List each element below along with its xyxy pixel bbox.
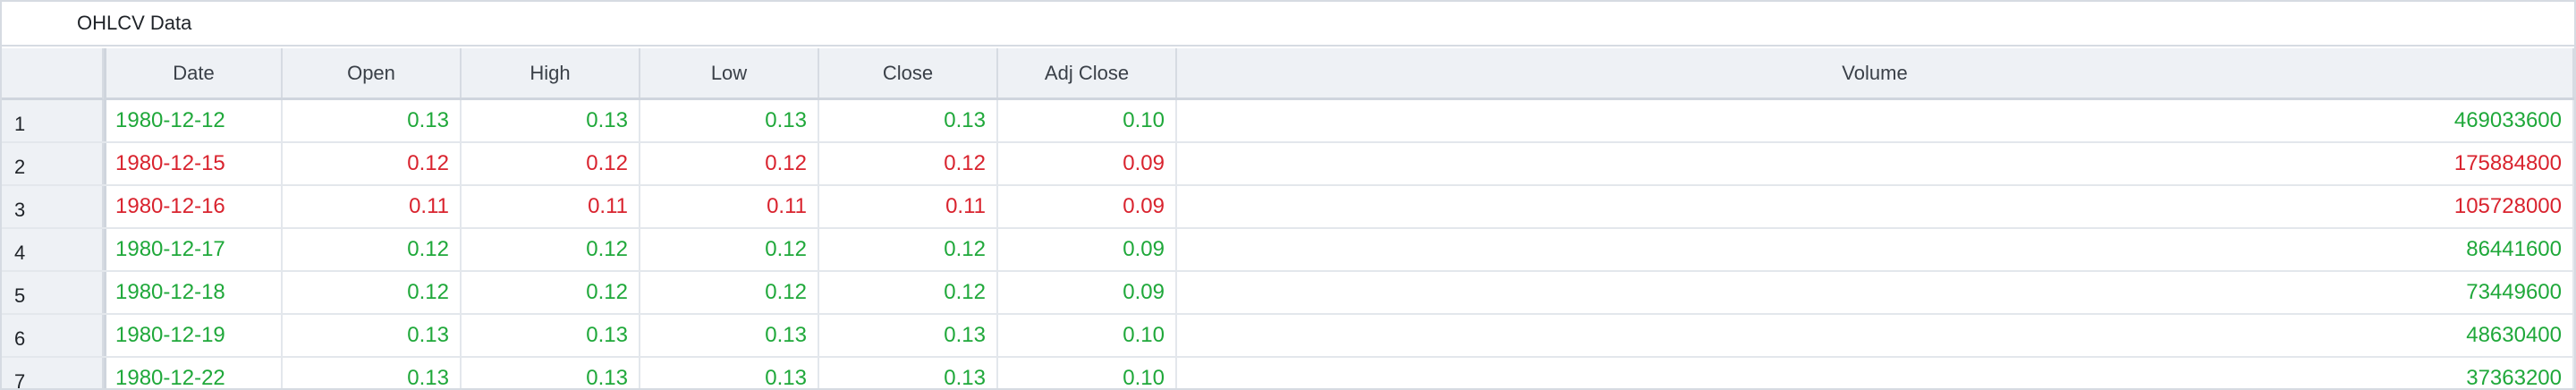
- cell-close[interactable]: 0.11: [819, 186, 998, 227]
- table-row[interactable]: 3 1980-12-16 0.11 0.11 0.11 0.11 0.09 10…: [2, 186, 2574, 229]
- cell-adj-close[interactable]: 0.10: [998, 358, 1177, 388]
- cell-date[interactable]: 1980-12-18: [104, 272, 283, 313]
- table-row[interactable]: 5 1980-12-18 0.12 0.12 0.12 0.12 0.09 73…: [2, 272, 2574, 315]
- table-row[interactable]: 7 1980-12-22 0.13 0.13 0.13 0.13 0.10 37…: [2, 358, 2574, 388]
- column-header-date[interactable]: Date: [104, 48, 283, 98]
- window-titlebar: OHLCV Data: [2, 2, 2574, 47]
- cell-low[interactable]: 0.12: [640, 229, 819, 270]
- cell-open[interactable]: 0.13: [283, 358, 462, 388]
- cell-high[interactable]: 0.12: [462, 229, 640, 270]
- cell-date[interactable]: 1980-12-16: [104, 186, 283, 227]
- table-row[interactable]: 1 1980-12-12 0.13 0.13 0.13 0.13 0.10 46…: [2, 100, 2574, 143]
- row-number[interactable]: 3: [2, 186, 104, 227]
- cell-volume[interactable]: 37363200: [1177, 358, 2574, 388]
- cell-low[interactable]: 0.12: [640, 272, 819, 313]
- cell-open[interactable]: 0.11: [283, 186, 462, 227]
- cell-low[interactable]: 0.13: [640, 315, 819, 356]
- cell-low[interactable]: 0.13: [640, 100, 819, 141]
- cell-volume[interactable]: 469033600: [1177, 100, 2574, 141]
- column-header-volume[interactable]: Volume: [1177, 48, 2574, 98]
- row-number[interactable]: 5: [2, 272, 104, 313]
- table-row[interactable]: 6 1980-12-19 0.13 0.13 0.13 0.13 0.10 48…: [2, 315, 2574, 358]
- column-header-high[interactable]: High: [462, 48, 640, 98]
- ohlcv-window: OHLCV Data Date Open High Low Close Adj …: [0, 0, 2576, 390]
- grid-corner[interactable]: [2, 48, 104, 100]
- cell-adj-close[interactable]: 0.09: [998, 143, 1177, 184]
- cell-date[interactable]: 1980-12-15: [104, 143, 283, 184]
- data-grid: Date Open High Low Close Adj Close Volum…: [2, 48, 2574, 388]
- cell-close[interactable]: 0.13: [819, 315, 998, 356]
- cell-low[interactable]: 0.11: [640, 186, 819, 227]
- cell-close[interactable]: 0.12: [819, 229, 998, 270]
- cell-open[interactable]: 0.13: [283, 100, 462, 141]
- cell-volume[interactable]: 73449600: [1177, 272, 2574, 313]
- column-header-low[interactable]: Low: [640, 48, 819, 98]
- cell-date[interactable]: 1980-12-17: [104, 229, 283, 270]
- cell-close[interactable]: 0.13: [819, 358, 998, 388]
- cell-adj-close[interactable]: 0.10: [998, 100, 1177, 141]
- cell-volume[interactable]: 48630400: [1177, 315, 2574, 356]
- cell-adj-close[interactable]: 0.09: [998, 229, 1177, 270]
- cell-high[interactable]: 0.12: [462, 143, 640, 184]
- cell-date[interactable]: 1980-12-22: [104, 358, 283, 388]
- cell-high[interactable]: 0.12: [462, 272, 640, 313]
- cell-adj-close[interactable]: 0.09: [998, 272, 1177, 313]
- cell-high[interactable]: 0.13: [462, 315, 640, 356]
- cell-low[interactable]: 0.13: [640, 358, 819, 388]
- cell-close[interactable]: 0.13: [819, 100, 998, 141]
- cell-open[interactable]: 0.12: [283, 272, 462, 313]
- row-number[interactable]: 2: [2, 143, 104, 184]
- cell-adj-close[interactable]: 0.09: [998, 186, 1177, 227]
- cell-volume[interactable]: 86441600: [1177, 229, 2574, 270]
- column-header-open[interactable]: Open: [283, 48, 462, 98]
- column-header-close[interactable]: Close: [819, 48, 998, 98]
- cell-low[interactable]: 0.12: [640, 143, 819, 184]
- table-row[interactable]: 2 1980-12-15 0.12 0.12 0.12 0.12 0.09 17…: [2, 143, 2574, 186]
- cell-adj-close[interactable]: 0.10: [998, 315, 1177, 356]
- grid-body: 1 1980-12-12 0.13 0.13 0.13 0.13 0.10 46…: [2, 100, 2574, 388]
- cell-open[interactable]: 0.13: [283, 315, 462, 356]
- cell-date[interactable]: 1980-12-19: [104, 315, 283, 356]
- row-number[interactable]: 6: [2, 315, 104, 356]
- cell-open[interactable]: 0.12: [283, 143, 462, 184]
- cell-volume[interactable]: 105728000: [1177, 186, 2574, 227]
- cell-date[interactable]: 1980-12-12: [104, 100, 283, 141]
- cell-high[interactable]: 0.13: [462, 358, 640, 388]
- column-header-adj-close[interactable]: Adj Close: [998, 48, 1177, 98]
- window-title: OHLCV Data: [77, 12, 192, 34]
- row-number[interactable]: 7: [2, 358, 104, 388]
- cell-open[interactable]: 0.12: [283, 229, 462, 270]
- column-header-row: Date Open High Low Close Adj Close Volum…: [104, 48, 2574, 100]
- cell-high[interactable]: 0.11: [462, 186, 640, 227]
- row-number[interactable]: 1: [2, 100, 104, 141]
- cell-close[interactable]: 0.12: [819, 272, 998, 313]
- cell-high[interactable]: 0.13: [462, 100, 640, 141]
- cell-volume[interactable]: 175884800: [1177, 143, 2574, 184]
- cell-close[interactable]: 0.12: [819, 143, 998, 184]
- row-number[interactable]: 4: [2, 229, 104, 270]
- table-row[interactable]: 4 1980-12-17 0.12 0.12 0.12 0.12 0.09 86…: [2, 229, 2574, 272]
